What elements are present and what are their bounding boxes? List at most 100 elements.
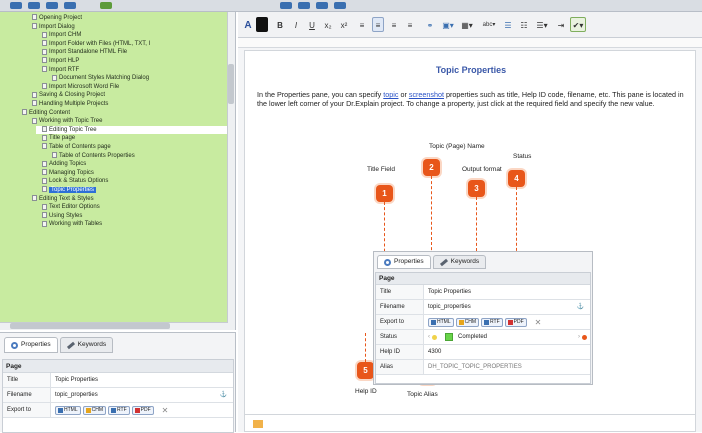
tree-item[interactable]: Managing Topics: [42, 169, 94, 178]
property-value[interactable]: Topic Properties: [51, 373, 233, 387]
tree-item[interactable]: Working with Tables: [42, 220, 102, 229]
superscript-button[interactable]: x²: [338, 17, 350, 32]
toolbar-icon[interactable]: [334, 2, 346, 9]
tab-properties[interactable]: Properties: [377, 255, 431, 269]
toolbar-icon[interactable]: [298, 2, 310, 9]
tree-item[interactable]: Editing Content: [22, 109, 70, 118]
bold-button[interactable]: B: [274, 17, 286, 32]
italic-button[interactable]: I: [290, 17, 302, 32]
property-row-export[interactable]: Export to HTML CHM RTF PDF ✕: [3, 403, 233, 418]
numbered-list-icon[interactable]: ☷: [518, 17, 530, 32]
topic-link[interactable]: topic: [383, 90, 398, 99]
align-right-button[interactable]: ≡: [388, 17, 400, 32]
close-icon[interactable]: ✕: [162, 403, 169, 418]
format-rtf-toggle[interactable]: RTF: [108, 405, 130, 415]
property-value[interactable]: DH_TOPIC_TOPIC_PROPERTIES: [424, 360, 590, 374]
toolbar-icon[interactable]: [280, 2, 292, 9]
link-icon[interactable]: ⚓: [577, 300, 584, 315]
tree-item[interactable]: Table of Contents page: [42, 143, 111, 152]
chevron-right-icon[interactable]: ›: [578, 330, 580, 345]
property-row-title[interactable]: Title Topic Properties: [376, 285, 590, 300]
tree-item[interactable]: Topic Properties: [42, 186, 97, 195]
format-html-toggle[interactable]: HTML: [55, 405, 81, 415]
close-icon[interactable]: ✕: [535, 315, 542, 330]
tree-item[interactable]: Import HLP: [42, 57, 79, 66]
tree-horizontal-scrollbar[interactable]: [0, 322, 228, 330]
property-row-title[interactable]: Title Topic Properties: [3, 373, 233, 388]
document-canvas[interactable]: Topic Properties In the Properties pane,…: [244, 50, 696, 432]
justify-button[interactable]: ≡: [404, 17, 416, 32]
tab-properties[interactable]: Properties: [4, 337, 58, 353]
tree-item[interactable]: Document Styles Matching Dialog: [52, 74, 149, 83]
toolbar-icon[interactable]: [64, 2, 76, 9]
spellcheck-icon[interactable]: ✔▾: [570, 17, 586, 32]
format-chm-toggle[interactable]: CHM: [455, 317, 480, 327]
highlight-color-button[interactable]: [256, 17, 268, 32]
tree-item[interactable]: Table of Contents Properties: [52, 152, 135, 161]
link-icon[interactable]: ⚓: [220, 388, 227, 403]
tree-item[interactable]: Import Folder with Files (HTML, TXT, I: [42, 40, 150, 49]
format-pdf-toggle[interactable]: PDF: [504, 317, 527, 327]
property-row-status[interactable]: Status ‹ Completed ›: [376, 330, 590, 345]
format-pdf-toggle[interactable]: PDF: [131, 405, 154, 415]
property-value[interactable]: Topic Properties: [424, 285, 590, 299]
scrollbar-thumb[interactable]: [10, 323, 170, 329]
tree-item[interactable]: Editing Text & Styles: [32, 195, 94, 204]
insert-image-icon[interactable]: ▣▾: [440, 17, 456, 32]
tree-item[interactable]: Text Editor Options: [42, 203, 100, 212]
property-row-filename[interactable]: Filename topic_properties ⚓: [376, 300, 590, 315]
wrench-icon: [66, 341, 75, 349]
property-value[interactable]: topic_properties ⚓: [424, 300, 590, 314]
tree-item[interactable]: Opening Project: [32, 14, 82, 23]
tree-vertical-scrollbar[interactable]: [227, 12, 235, 330]
property-value[interactable]: topic_properties ⚓: [51, 388, 233, 402]
property-value[interactable]: 4300: [424, 345, 590, 359]
tree-item[interactable]: Saving & Closing Project: [32, 91, 105, 100]
insert-link-icon[interactable]: ⚭: [424, 17, 436, 32]
property-row-alias[interactable]: Alias DH_TOPIC_TOPIC_PROPERTIES: [376, 360, 590, 375]
align-left-button[interactable]: ≡: [356, 17, 368, 32]
tree-item[interactable]: Import Microsoft Word File: [42, 83, 119, 92]
tree-item[interactable]: Editing Topic Tree: [36, 125, 228, 135]
property-key: Alias: [376, 360, 424, 374]
status-selector[interactable]: ‹ Completed ›: [424, 330, 590, 344]
insert-special-icon[interactable]: abc▾: [480, 17, 498, 32]
property-row-help-id[interactable]: Help ID 4300: [376, 345, 590, 360]
toolbar-icon[interactable]: [46, 2, 58, 9]
tree-item[interactable]: Using Styles: [42, 212, 82, 221]
format-html-toggle[interactable]: HTML: [428, 317, 454, 327]
insert-table-icon[interactable]: ▦▾: [460, 17, 474, 32]
property-row-filename[interactable]: Filename topic_properties ⚓: [3, 388, 233, 403]
toolbar-icon[interactable]: [316, 2, 328, 9]
scrollbar-thumb[interactable]: [228, 64, 234, 104]
list-icon[interactable]: ☰: [502, 17, 514, 32]
property-row-export[interactable]: Export to HTML CHM RTF PDF ✕: [376, 315, 590, 330]
align-center-button[interactable]: ≡: [372, 17, 384, 32]
format-chm-toggle[interactable]: CHM: [82, 405, 107, 415]
toolbar-icon[interactable]: [28, 2, 40, 9]
tab-keywords[interactable]: Keywords: [432, 255, 487, 269]
tree-item[interactable]: Import Standalone HTML File: [42, 48, 127, 57]
tree-item[interactable]: Import RTF: [42, 66, 79, 75]
indent-icon[interactable]: ⇥: [554, 17, 568, 32]
chevron-left-icon[interactable]: ‹: [428, 330, 430, 345]
format-rtf-toggle[interactable]: RTF: [481, 317, 503, 327]
bullet-list-icon[interactable]: ☰▾: [534, 17, 550, 32]
tree-item[interactable]: Import Dialog: [32, 23, 75, 32]
tab-keywords[interactable]: Keywords: [59, 337, 114, 353]
topic-icon: [42, 126, 47, 133]
tree-item-label: Editing Content: [29, 109, 71, 116]
tree-item[interactable]: Lock & Status Options: [42, 177, 108, 186]
font-color-button[interactable]: A: [242, 17, 254, 32]
toolbar-icon[interactable]: [10, 2, 22, 9]
subscript-button[interactable]: x₂: [322, 17, 334, 32]
tree-item[interactable]: Handling Multiple Projects: [32, 100, 108, 109]
screenshot-link[interactable]: screenshot: [409, 90, 444, 99]
underline-button[interactable]: U: [306, 17, 318, 32]
tree-item[interactable]: Import CHM: [42, 31, 81, 40]
tree-item[interactable]: Working with Topic Tree: [32, 117, 102, 126]
toolbar-icon[interactable]: [100, 2, 112, 9]
ruler: [238, 38, 702, 48]
tree-item[interactable]: Title page: [42, 134, 75, 143]
tree-item[interactable]: Adding Topics: [42, 160, 86, 169]
